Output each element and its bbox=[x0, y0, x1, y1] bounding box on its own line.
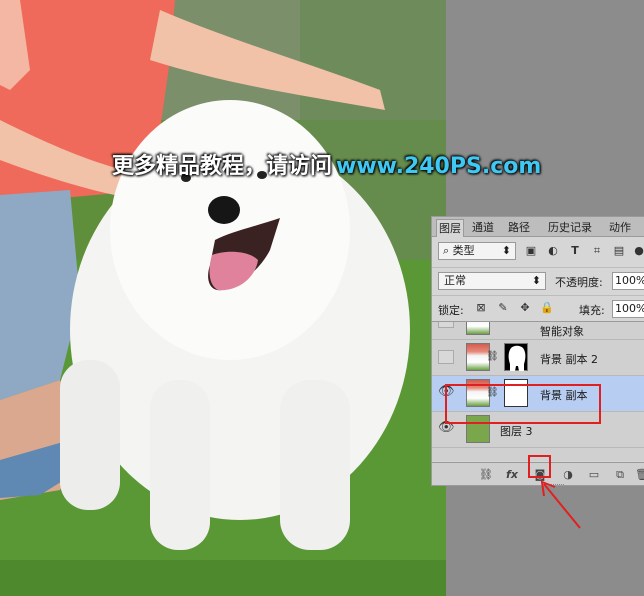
lock-transparency-icon[interactable]: ⊠ bbox=[474, 301, 488, 315]
canvas-photo bbox=[0, 0, 446, 596]
layer-thumbnail bbox=[466, 322, 490, 335]
lock-position-icon[interactable]: ✥ bbox=[518, 301, 532, 315]
fill-label: 填充: bbox=[579, 304, 605, 317]
tab-paths[interactable]: 路径 bbox=[504, 219, 534, 237]
layer-name: 图层 3 bbox=[500, 425, 533, 438]
smart-object-filter-icon[interactable]: ▤ bbox=[612, 244, 626, 258]
lock-label: 锁定: bbox=[438, 304, 464, 317]
folder-icon[interactable]: ▭ bbox=[586, 467, 602, 483]
mask-link-icon[interactable]: ⛓ bbox=[486, 351, 499, 362]
new-layer-icon[interactable]: ⧉ bbox=[612, 467, 628, 483]
lock-row: 锁定: ⊠ ✎ ✥ 🔒 填充: 100% bbox=[432, 295, 644, 319]
fill-input[interactable]: 100% bbox=[612, 300, 644, 318]
blend-mode-select[interactable]: 正常 ⬍ bbox=[438, 272, 546, 290]
highlight-add-mask-button bbox=[528, 455, 551, 478]
image-filter-icon[interactable]: ▣ bbox=[524, 244, 538, 258]
link-icon[interactable]: ⛓ bbox=[478, 467, 494, 483]
tab-actions[interactable]: 动作 bbox=[604, 219, 636, 237]
tab-history[interactable]: 历史记录 bbox=[542, 219, 598, 237]
type-filter-icon[interactable]: T bbox=[568, 244, 582, 258]
fx-icon[interactable]: fx bbox=[504, 467, 520, 483]
layer-background-copy-2[interactable]: ⛓ 背景 副本 2 bbox=[432, 340, 644, 376]
filter-kind-select[interactable]: ⌕ 类型 ⬍ bbox=[438, 242, 516, 260]
shape-filter-icon[interactable]: ⌗ bbox=[590, 244, 604, 258]
layer-name: 智能对象 bbox=[540, 325, 584, 338]
tab-layers[interactable]: 图层 bbox=[436, 219, 464, 237]
dog-silhouette-icon bbox=[508, 345, 526, 371]
blend-mode-value: 正常 bbox=[444, 274, 466, 287]
adjustment-filter-icon[interactable]: ◐ bbox=[546, 244, 560, 258]
filter-row: ⌕ 类型 ⬍ ▣ ◐ T ⌗ ▤ ● bbox=[432, 239, 644, 263]
search-icon: ⌕ bbox=[443, 244, 450, 257]
watermark-text: 更多精品教程，请访问 bbox=[112, 154, 333, 179]
watermark-url: www.240PS.com bbox=[336, 154, 542, 179]
watermark: 更多精品教程，请访问 www.240PS.com bbox=[112, 148, 572, 184]
eye-icon[interactable]: 👁 bbox=[438, 421, 455, 436]
dog-photo-illustration bbox=[0, 0, 446, 596]
opacity-input[interactable]: 100% bbox=[612, 272, 644, 290]
layer-mask-thumbnail[interactable] bbox=[504, 343, 528, 371]
panel-tabs: 图层 通道 路径 历史记录 动作 bbox=[432, 217, 644, 237]
layer-smart-object[interactable]: 智能对象 bbox=[432, 322, 644, 340]
trash-icon[interactable]: 🗑 bbox=[634, 467, 644, 483]
highlight-selected-layer bbox=[445, 384, 601, 424]
filter-toggle-icon[interactable]: ● bbox=[632, 244, 644, 258]
opacity-label: 不透明度: bbox=[555, 276, 603, 289]
filter-kind-label: 类型 bbox=[452, 244, 475, 257]
lock-all-icon[interactable]: 🔒 bbox=[540, 301, 554, 315]
chevron-down-icon: ⬍ bbox=[501, 244, 511, 257]
layer-name: 背景 副本 2 bbox=[540, 353, 598, 366]
lock-pixels-icon[interactable]: ✎ bbox=[496, 301, 510, 315]
chevron-down-icon: ⬍ bbox=[531, 274, 541, 287]
blend-row: 正常 ⬍ 不透明度: 100% bbox=[432, 267, 644, 291]
visibility-toggle-off[interactable] bbox=[438, 350, 454, 364]
layers-panel: 图层 通道 路径 历史记录 动作 ⌕ 类型 ⬍ ▣ ◐ T ⌗ ▤ ● 正常 ⬍… bbox=[431, 216, 644, 486]
visibility-toggle-off[interactable] bbox=[438, 322, 454, 328]
annotation-arrow-icon bbox=[540, 480, 581, 529]
tab-channels[interactable]: 通道 bbox=[468, 219, 498, 237]
